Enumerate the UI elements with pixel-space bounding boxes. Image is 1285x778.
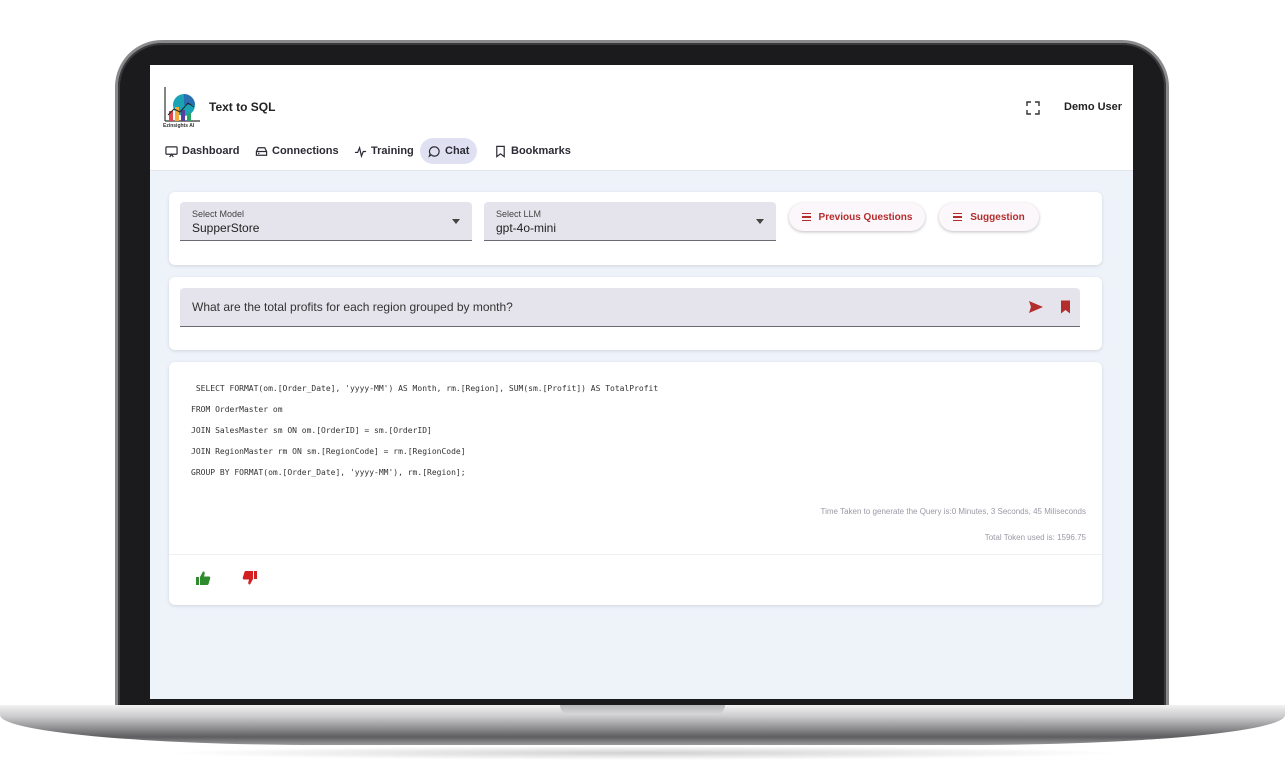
sql-line: JOIN SalesMaster sm ON om.[OrderID] = sm…	[191, 426, 432, 435]
model-select-label: Select Model	[192, 209, 245, 219]
llm-select-label: Select LLM	[496, 209, 542, 219]
sql-line: JOIN RegionMaster rm ON sm.[RegionCode] …	[191, 447, 466, 456]
nav-item-dashboard[interactable]: Dashboard	[157, 138, 247, 164]
activity-icon	[354, 145, 367, 158]
list-icon	[801, 211, 811, 224]
nav-label-connections: Connections	[272, 145, 339, 157]
user-menu[interactable]: Demo User	[1064, 101, 1122, 113]
laptop-notch	[560, 705, 725, 715]
result-card: SELECT FORMAT(om.[Order_Date], 'yyyy-MM'…	[169, 362, 1102, 605]
logo-text: Ezinsights AI	[163, 123, 195, 129]
nav-item-chat[interactable]: Chat	[420, 138, 478, 164]
nav-label-training: Training	[371, 145, 414, 157]
llm-select-value: gpt-4o-mini	[496, 221, 557, 235]
main-nav: Dashboard Connections Training Chat Book…	[150, 130, 1133, 171]
bookmark-icon	[496, 145, 505, 158]
database-icon	[255, 146, 268, 156]
app-title: Text to SQL	[209, 100, 276, 114]
bookmark-icon[interactable]	[1060, 300, 1071, 314]
result-divider	[169, 554, 1102, 555]
sql-line: GROUP BY FORMAT(om.[Order_Date], 'yyyy-M…	[191, 468, 466, 477]
monitor-icon	[165, 145, 178, 157]
chat-bubble-icon	[428, 145, 440, 158]
nav-label-dashboard: Dashboard	[182, 145, 240, 157]
time-taken-text: Time Taken to generate the Query is:0 Mi…	[820, 507, 1086, 516]
nav-item-bookmarks[interactable]: Bookmarks	[486, 138, 579, 164]
nav-label-chat: Chat	[445, 145, 470, 157]
fullscreen-icon[interactable]	[1026, 101, 1040, 115]
nav-item-training[interactable]: Training	[346, 138, 422, 164]
token-usage-text: Total Token used is: 1596.75	[984, 533, 1086, 542]
app-screen: Ezinsights AI Text to SQL Demo User Dash…	[150, 65, 1133, 699]
selection-card: Select Model SupperStore Select LLM gpt-…	[169, 192, 1102, 265]
model-select-value: SupperStore	[192, 221, 260, 235]
suggestion-label: Suggestion	[970, 211, 1025, 223]
sql-code-block: SELECT FORMAT(om.[Order_Date], 'yyyy-MM'…	[191, 382, 658, 487]
sql-line: FROM OrderMaster om	[191, 405, 283, 414]
question-card: What are the total profits for each regi…	[169, 277, 1102, 350]
app-header: Ezinsights AI Text to SQL Demo User	[150, 65, 1133, 131]
thumbs-down-icon[interactable]	[242, 570, 258, 586]
laptop-shadow	[160, 746, 1125, 760]
llm-select[interactable]: Select LLM gpt-4o-mini	[484, 202, 776, 241]
nav-label-bookmarks: Bookmarks	[511, 145, 571, 157]
suggestion-button[interactable]: Suggestion	[939, 203, 1039, 231]
chevron-down-icon	[452, 219, 460, 224]
model-select[interactable]: Select Model SupperStore	[180, 202, 472, 241]
chevron-down-icon	[756, 219, 764, 224]
previous-questions-label: Previous Questions	[818, 211, 913, 223]
thumbs-up-icon[interactable]	[195, 570, 211, 586]
nav-item-connections[interactable]: Connections	[247, 138, 347, 164]
question-input[interactable]: What are the total profits for each regi…	[180, 288, 1080, 327]
list-icon	[953, 211, 963, 224]
send-icon[interactable]	[1028, 300, 1044, 314]
sql-line: SELECT FORMAT(om.[Order_Date], 'yyyy-MM'…	[191, 384, 659, 393]
previous-questions-button[interactable]: Previous Questions	[789, 203, 925, 231]
question-text: What are the total profits for each regi…	[192, 300, 513, 314]
